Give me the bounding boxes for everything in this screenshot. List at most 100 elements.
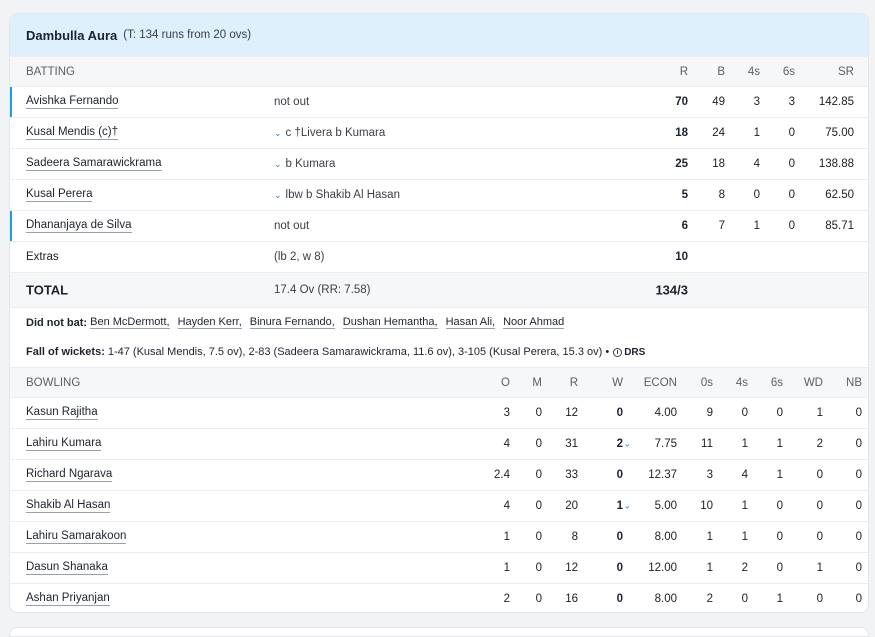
wides: 1	[816, 407, 823, 419]
chevron-down-icon[interactable]: ⌄	[623, 501, 631, 512]
col-bowl-fours: 4s	[735, 376, 748, 389]
bowler-name-link[interactable]: Richard Ngarava	[26, 468, 113, 482]
economy: 8.00	[654, 593, 677, 605]
fours-conceded: 2	[741, 562, 748, 574]
sixes: 0	[788, 220, 795, 232]
dismissal-text: not out	[274, 220, 310, 232]
runs-conceded: 12	[565, 407, 578, 419]
sixes-conceded: 1	[776, 469, 783, 481]
did-not-bat-player-link[interactable]: Binura Fernando,	[249, 316, 335, 329]
overs: 1	[503, 531, 510, 543]
did-not-bat-player-link[interactable]: Hayden Kerr,	[177, 316, 242, 329]
did-not-bat-player-link[interactable]: Ben McDermott,	[90, 316, 170, 329]
runs-conceded: 8	[571, 531, 578, 543]
bowler-name-link[interactable]: Dasun Shanaka	[26, 561, 108, 575]
did-not-bat-list: Ben McDermott, Hayden Kerr, Binura Fernand…	[90, 316, 572, 329]
total-label: TOTAL	[26, 282, 69, 298]
did-not-bat-player-link[interactable]: Hasan Ali,	[445, 316, 496, 329]
extras-value: 10	[675, 251, 688, 263]
did-not-bat-player-link[interactable]: Dushan Hemantha,	[342, 316, 438, 329]
dot-balls: 1	[706, 531, 713, 543]
wickets: 0	[616, 469, 623, 481]
wides: 0	[816, 500, 823, 512]
runs: 5	[681, 189, 688, 201]
overs: 3	[503, 407, 510, 419]
maidens: 0	[535, 500, 542, 512]
batter-name-link[interactable]: Kusal Mendis (c)†	[26, 126, 119, 140]
wides: 1	[816, 562, 823, 574]
wides: 0	[816, 531, 823, 543]
no-balls: 0	[855, 531, 862, 543]
batter-name-link[interactable]: Kusal Perera	[26, 188, 93, 202]
bowler-name-link[interactable]: Shakib Al Hasan	[26, 499, 111, 513]
col-wickets: W	[612, 376, 623, 389]
strike-rate: 142.85	[818, 96, 854, 108]
strike-rate: 62.50	[825, 189, 854, 201]
fours-conceded: 4	[741, 469, 748, 481]
scorecard-card: Dambulla Aura (T: 134 runs from 20 ovs) …	[9, 13, 869, 613]
col-sr: SR	[838, 65, 854, 78]
runs-conceded: 31	[565, 438, 578, 450]
balls: 18	[712, 158, 725, 170]
overs: 4	[503, 500, 510, 512]
runs: 25	[675, 158, 688, 170]
wickets: 0	[616, 593, 623, 605]
maidens: 0	[535, 531, 542, 543]
runs-conceded: 16	[565, 593, 578, 605]
chevron-down-icon[interactable]: ⌄	[274, 190, 282, 200]
col-sixes: 6s	[782, 65, 795, 78]
innings-header[interactable]: Dambulla Aura (T: 134 runs from 20 ovs)	[10, 14, 868, 56]
dot-balls: 2	[706, 593, 713, 605]
fours-conceded: 0	[741, 593, 748, 605]
sixes: 0	[788, 158, 795, 170]
dismissal: not out	[274, 96, 309, 108]
fours: 0	[753, 189, 760, 201]
dismissal-text: lbw b Shakib Al Hasan	[285, 189, 400, 201]
maidens: 0	[535, 438, 542, 450]
wickets: 0	[616, 562, 623, 574]
bowler-name-link[interactable]: Ashan Priyanjan	[26, 592, 110, 606]
bowling-row: Ashan Priyanjan 2 0 16 0 8.00 2 0 1 0 0	[10, 583, 868, 612]
drs-link[interactable]: DRS	[613, 347, 645, 358]
dot-balls: 11	[701, 438, 713, 450]
chevron-down-icon[interactable]: ⌄	[623, 439, 631, 450]
batting-header-row: BATTING R B 4s 6s SR	[10, 56, 868, 86]
maidens: 0	[535, 562, 542, 574]
sixes-conceded: 1	[776, 593, 783, 605]
dismissal[interactable]: ⌄ c †Livera b Kumara	[274, 127, 385, 139]
runs-conceded: 12	[565, 562, 578, 574]
total-overs: 17.4 Ov (RR: 7.58)	[274, 284, 371, 296]
batter-name-link[interactable]: Dhananjaya de Silva	[26, 219, 132, 233]
did-not-bat: Did not bat: Ben McDermott, Hayden Kerr, B…	[10, 307, 868, 337]
bowling-row: Dasun Shanaka 1 0 12 0 12.00 1 2 0 1 0	[10, 552, 868, 583]
sixes-conceded: 0	[776, 407, 783, 419]
did-not-bat-player-link[interactable]: Noor Ahmad	[503, 316, 565, 329]
col-dots: 0s	[700, 376, 713, 389]
batting-row: Sadeera Samarawickrama ⌄ b Kumara 25 18 4 0 138…	[10, 148, 868, 179]
bowler-name-link[interactable]: Kasun Rajitha	[26, 406, 98, 420]
bowling-row: Kasun Rajitha 3 0 12 0 4.00 9 0 0 1 0	[10, 397, 868, 428]
extras-row: Extras (lb 2, w 8) 10	[10, 241, 868, 272]
batter-name-link[interactable]: Sadeera Samarawickrama	[26, 157, 162, 171]
balls: 49	[712, 96, 725, 108]
bowling-row: Shakib Al Hasan 4 0 20 1 ⌄ 5.00 10 1 0 0 0	[10, 490, 868, 521]
balls: 8	[718, 189, 725, 201]
col-bowl-sixes: 6s	[770, 376, 783, 389]
col-bowl-runs: R	[569, 376, 578, 389]
did-not-bat-label: Did not bat:	[26, 316, 88, 329]
runs: 18	[675, 127, 688, 139]
info-icon	[613, 347, 623, 357]
dismissal[interactable]: ⌄ lbw b Shakib Al Hasan	[274, 189, 400, 201]
bowler-name-link[interactable]: Lahiru Samarakoon	[26, 530, 127, 544]
batter-name-link[interactable]: Avishka Fernando	[26, 95, 119, 109]
col-noballs: NB	[846, 376, 862, 389]
overs: 2.4	[494, 469, 510, 481]
economy: 8.00	[654, 531, 677, 543]
fours: 1	[753, 220, 760, 232]
bowler-name-link[interactable]: Lahiru Kumara	[26, 437, 102, 451]
chevron-down-icon[interactable]: ⌄	[274, 159, 282, 169]
batting-title: BATTING	[26, 65, 75, 78]
dismissal[interactable]: ⌄ b Kumara	[274, 158, 335, 170]
dismissal-text: c †Livera b Kumara	[285, 127, 386, 139]
chevron-down-icon[interactable]: ⌄	[274, 128, 282, 138]
